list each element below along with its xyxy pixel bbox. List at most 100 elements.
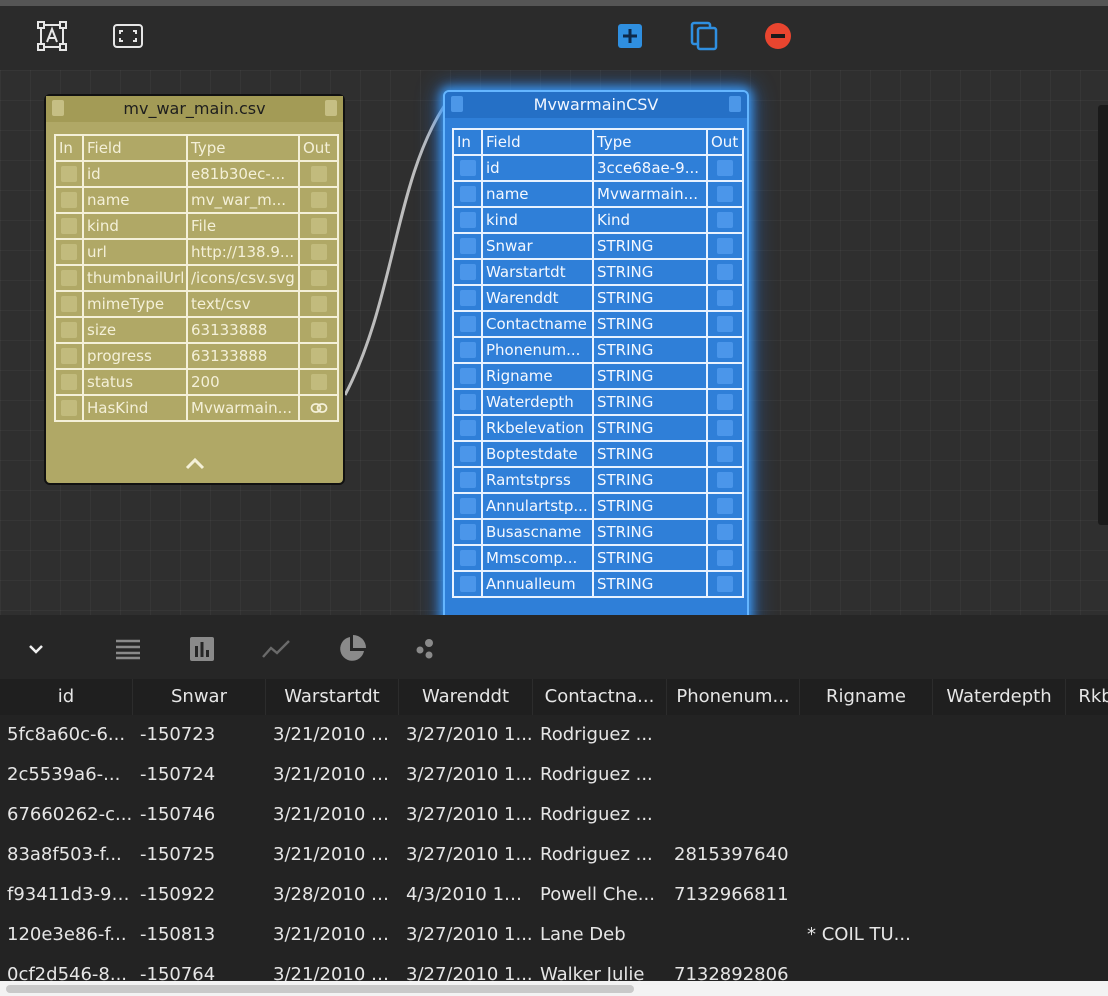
table-cell[interactable]: Rodriguez ...	[533, 757, 667, 793]
port-icon[interactable]	[61, 400, 77, 416]
table-cell[interactable]	[1066, 797, 1108, 833]
table-cell[interactable]: 5fc8a60c-6...	[0, 717, 133, 753]
port-icon[interactable]	[310, 270, 327, 286]
data-grid[interactable]: 5fc8a60c-6... -150723 3/21/2010 1... 3/27/2…	[0, 715, 1108, 981]
field-row[interactable]: Ramtstprss STRING	[452, 466, 744, 494]
input-port[interactable]	[452, 258, 483, 286]
input-port[interactable]	[54, 212, 84, 240]
port-icon[interactable]	[61, 348, 77, 364]
table-cell[interactable]	[1066, 917, 1108, 953]
table-cell[interactable]	[667, 757, 800, 793]
table-cell[interactable]	[1066, 957, 1108, 981]
table-cell[interactable]: 3/27/2010 1...	[399, 837, 533, 873]
table-cell[interactable]: 3/27/2010 1...	[399, 717, 533, 753]
port-icon[interactable]	[717, 394, 733, 410]
port-icon[interactable]	[310, 322, 327, 338]
scrollbar-thumb[interactable]	[6, 985, 634, 993]
port-icon[interactable]	[717, 186, 733, 202]
table-cell[interactable]: 3/27/2010 1...	[399, 957, 533, 981]
column-header[interactable]: Phonenum...	[667, 679, 800, 715]
input-port[interactable]	[54, 316, 84, 344]
input-port[interactable]	[452, 518, 483, 546]
output-port[interactable]	[298, 212, 339, 240]
add-node-icon[interactable]	[614, 20, 646, 52]
port-icon[interactable]	[717, 368, 733, 384]
horizontal-scrollbar[interactable]	[0, 981, 1108, 996]
table-cell[interactable]	[800, 757, 933, 793]
port-icon[interactable]	[717, 524, 733, 540]
port-icon[interactable]	[61, 244, 77, 260]
table-cell[interactable]	[1066, 837, 1108, 873]
table-cell[interactable]	[800, 837, 933, 873]
output-port[interactable]	[706, 388, 744, 416]
output-port[interactable]	[298, 342, 339, 370]
table-cell[interactable]	[933, 917, 1066, 953]
table-cell[interactable]	[933, 757, 1066, 793]
bar-chart-icon[interactable]	[188, 635, 216, 663]
output-port[interactable]	[298, 186, 339, 214]
port-icon[interactable]	[61, 192, 77, 208]
table-row[interactable]: f93411d3-9f... -150922 3/28/2010 1... 4/3/2…	[0, 875, 1108, 915]
input-port[interactable]	[452, 388, 483, 416]
table-cell[interactable]: 3/21/2010 1...	[266, 837, 399, 873]
column-header[interactable]: Waterdepth	[933, 679, 1066, 715]
fit-screen-icon[interactable]	[112, 20, 144, 52]
input-port[interactable]	[452, 544, 483, 572]
table-cell[interactable]: 3/27/2010 1...	[399, 797, 533, 833]
remove-icon[interactable]	[762, 20, 794, 52]
field-row[interactable]: mimeType text/csv	[54, 290, 339, 318]
link-icon[interactable]	[310, 402, 328, 414]
table-cell[interactable]: Rodriguez ...	[533, 717, 667, 753]
output-port[interactable]	[706, 258, 744, 286]
table-cell[interactable]: Lane Deb	[533, 917, 667, 953]
table-cell[interactable]: 2c5539a6-...	[0, 757, 133, 793]
table-cell[interactable]: 4/3/2010 11:...	[399, 877, 533, 913]
column-header[interactable]: id	[0, 679, 133, 715]
table-cell[interactable]: 3/28/2010 1...	[266, 877, 399, 913]
table-cell[interactable]	[1066, 877, 1108, 913]
output-port[interactable]	[706, 362, 744, 390]
port-icon[interactable]	[459, 368, 476, 384]
table-cell[interactable]: 3/21/2010 1...	[266, 797, 399, 833]
table-cell[interactable]	[667, 917, 800, 953]
table-cell[interactable]: 7132966811	[667, 877, 800, 913]
input-port[interactable]	[54, 238, 84, 266]
field-row[interactable]: Mmscomp... STRING	[452, 544, 744, 572]
table-cell[interactable]: -150764	[133, 957, 266, 981]
table-cell[interactable]	[1066, 717, 1108, 753]
output-port[interactable]	[298, 316, 339, 344]
output-port[interactable]	[706, 414, 744, 442]
output-port[interactable]	[706, 440, 744, 468]
port-icon[interactable]	[459, 394, 476, 410]
table-cell[interactable]	[1066, 757, 1108, 793]
field-row[interactable]: Contactname STRING	[452, 310, 744, 338]
table-row[interactable]: 67660262-c... -150746 3/21/2010 1... 3/27/2…	[0, 795, 1108, 835]
table-cell[interactable]: Rodriguez ...	[533, 797, 667, 833]
port-icon[interactable]	[717, 238, 733, 254]
output-port[interactable]	[706, 284, 744, 312]
port-icon[interactable]	[61, 166, 77, 182]
input-port[interactable]	[452, 570, 483, 598]
port-icon[interactable]	[459, 472, 476, 488]
table-cell[interactable]	[800, 877, 933, 913]
table-cell[interactable]: 2815397640	[667, 837, 800, 873]
field-row[interactable]: Annulartstp... STRING	[452, 492, 744, 520]
input-port[interactable]	[54, 394, 84, 422]
output-port[interactable]	[706, 232, 744, 260]
output-port[interactable]	[706, 492, 744, 520]
port-icon[interactable]	[717, 498, 733, 514]
input-port[interactable]	[452, 466, 483, 494]
field-row[interactable]: Rkbelevation STRING	[452, 414, 744, 442]
field-row[interactable]: Waterdepth STRING	[452, 388, 744, 416]
table-cell[interactable]	[800, 957, 933, 981]
port-icon[interactable]	[717, 212, 733, 228]
port-icon[interactable]	[459, 160, 476, 176]
table-cell[interactable]	[933, 837, 1066, 873]
port-icon[interactable]	[310, 296, 327, 312]
input-port[interactable]	[452, 336, 483, 364]
port-icon[interactable]	[459, 342, 476, 358]
port-icon[interactable]	[310, 374, 327, 390]
table-cell[interactable]: 3/21/2010 1...	[266, 917, 399, 953]
port-icon[interactable]	[717, 290, 733, 306]
table-row[interactable]: 83a8f503-f... -150725 3/21/2010 1... 3/27/2…	[0, 835, 1108, 875]
